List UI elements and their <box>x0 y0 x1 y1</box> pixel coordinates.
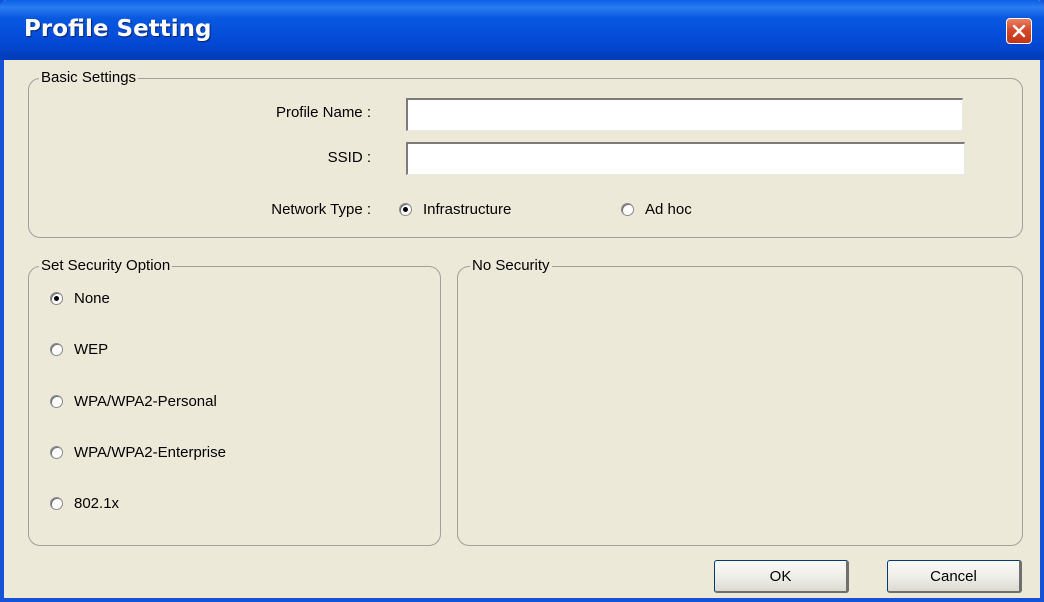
dialog-body: Basic Settings Profile Name : SSID : Net… <box>4 60 1040 598</box>
option-label: None <box>74 290 110 307</box>
option-label: WPA/WPA2-Enterprise <box>74 444 226 461</box>
profile-setting-dialog: Profile Setting Basic Settings Profile N… <box>0 0 1044 602</box>
profile-name-label: Profile Name : <box>275 104 371 121</box>
radio-button[interactable] <box>50 395 63 408</box>
infrastructure-label: Infrastructure <box>423 201 512 218</box>
network-type-infrastructure[interactable]: Infrastructure <box>399 201 511 218</box>
radio-button-checked[interactable] <box>50 292 63 305</box>
radio-button-checked[interactable] <box>399 203 412 216</box>
option-label: WPA/WPA2-Personal <box>74 393 217 410</box>
ssid-input[interactable] <box>406 142 965 175</box>
radio-button[interactable] <box>50 343 63 356</box>
option-label: WEP <box>74 341 109 358</box>
close-icon <box>1012 24 1026 38</box>
cancel-button[interactable]: Cancel <box>887 560 1022 593</box>
ok-button[interactable]: OK <box>714 560 849 593</box>
security-option-title: Set Security Option <box>39 257 173 274</box>
ssid-label: SSID : <box>327 149 371 166</box>
network-type-adhoc[interactable]: Ad hoc <box>621 201 692 218</box>
security-option-8021x[interactable]: 802.1x <box>50 495 119 512</box>
close-button[interactable] <box>1006 18 1032 44</box>
option-label: 802.1x <box>74 495 120 512</box>
basic-settings-title: Basic Settings <box>39 69 139 86</box>
security-option-group: Set Security Option None WEP WPA/WPA2-Pe… <box>28 257 441 546</box>
window-title: Profile Setting <box>24 16 212 42</box>
basic-settings-group: Basic Settings Profile Name : SSID : Net… <box>28 69 1023 238</box>
profile-name-input[interactable] <box>406 98 963 131</box>
security-detail-title: No Security <box>470 257 552 274</box>
security-option-none[interactable]: None <box>50 290 110 307</box>
security-option-wpa-enterprise[interactable]: WPA/WPA2-Enterprise <box>50 444 226 461</box>
title-bar[interactable]: Profile Setting <box>0 0 1044 60</box>
radio-button[interactable] <box>50 446 63 459</box>
radio-button[interactable] <box>50 497 63 510</box>
network-type-label: Network Type : <box>271 201 371 218</box>
security-option-wpa-personal[interactable]: WPA/WPA2-Personal <box>50 393 217 410</box>
security-option-wep[interactable]: WEP <box>50 341 108 358</box>
security-detail-group: No Security <box>457 257 1023 546</box>
radio-button[interactable] <box>621 203 634 216</box>
adhoc-label: Ad hoc <box>645 201 692 218</box>
